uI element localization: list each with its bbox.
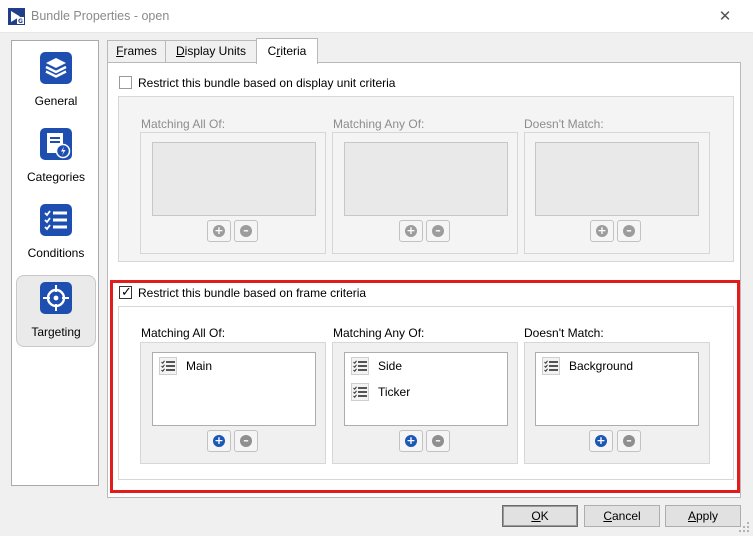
plus-icon: +	[596, 224, 608, 237]
button-label: ancel	[611, 509, 641, 523]
button-label: pply	[696, 509, 719, 523]
minus-icon: –	[623, 224, 635, 237]
list-item-label: Background	[569, 359, 634, 373]
checklist-icon	[351, 383, 369, 401]
button-accel: C	[603, 509, 612, 523]
column-label: Matching All Of:	[141, 326, 226, 340]
display-unit-matching-any-list[interactable]	[344, 142, 508, 216]
remove-button[interactable]: –	[234, 430, 258, 452]
checklist-icon	[542, 357, 560, 375]
frame-criteria-checkbox[interactable]: ✓	[119, 284, 132, 299]
tab-display-units[interactable]: Display Units	[165, 40, 257, 63]
display-unit-criteria-checkbox[interactable]	[119, 76, 132, 89]
sidebar-item-label: Conditions	[27, 246, 85, 260]
app-logo-icon: G	[8, 8, 25, 25]
button-label: K	[540, 509, 549, 523]
display-unit-doesnt-match-list[interactable]	[535, 142, 699, 216]
list-item-label: Side	[378, 359, 403, 373]
column-label: Matching Any Of:	[333, 326, 425, 340]
button-accel: A	[687, 509, 696, 523]
plus-icon: +	[213, 224, 225, 237]
tab-label: rames	[123, 44, 157, 58]
plus-icon: +	[213, 434, 225, 447]
checklist-icon	[351, 357, 369, 375]
checkmark-icon: ✓	[121, 284, 132, 299]
plus-icon: +	[405, 434, 417, 447]
frame-doesnt-match-list[interactable]: Background	[535, 352, 699, 426]
add-button[interactable]: +	[399, 430, 423, 452]
column-label: Matching Any Of:	[333, 117, 425, 131]
list-item-label: Ticker	[378, 385, 411, 399]
close-icon: ✕	[718, 8, 732, 25]
display-unit-matching-all-list[interactable]	[152, 142, 316, 216]
minus-icon: –	[240, 224, 252, 237]
checklist-icon	[159, 357, 177, 375]
category-file-icon	[40, 128, 72, 160]
sidebar-item-label: General	[34, 94, 78, 108]
frame-criteria-label: Restrict this bundle based on frame crit…	[138, 286, 367, 300]
remove-button[interactable]: –	[426, 220, 450, 242]
ok-button[interactable]: OK	[502, 505, 578, 527]
column-label: Doesn't Match:	[524, 326, 604, 340]
plus-icon: +	[595, 434, 607, 447]
column-label: Doesn't Match:	[524, 117, 604, 131]
frame-matching-all-list[interactable]: Main	[152, 352, 316, 426]
sidebar-item-categories[interactable]: Categories	[16, 121, 96, 193]
sidebar-item-label: Categories	[26, 170, 86, 184]
plus-icon: +	[405, 224, 417, 237]
stack-layers-icon	[40, 52, 72, 84]
button-accel: O	[531, 509, 541, 523]
tab-accel: D	[175, 44, 185, 58]
cancel-button[interactable]: Cancel	[584, 505, 660, 527]
minus-icon: –	[623, 434, 635, 447]
sidebar-item-targeting[interactable]: Targeting	[16, 275, 96, 347]
tab-label: iteria	[280, 44, 307, 58]
sidebar: General Categories Conditions Targeting	[11, 40, 99, 486]
title-bar: G Bundle Properties - open ✕	[0, 0, 753, 33]
tab-label: isplay Units	[184, 44, 247, 58]
add-button[interactable]: +	[399, 220, 423, 242]
resize-grip-icon[interactable]	[738, 521, 750, 533]
remove-button[interactable]: –	[426, 430, 450, 452]
tab-frames[interactable]: Frames	[107, 40, 166, 63]
apply-button[interactable]: Apply	[665, 505, 741, 527]
remove-button[interactable]: –	[617, 430, 641, 452]
display-unit-criteria-label: Restrict this bundle based on display un…	[138, 76, 396, 90]
sidebar-item-general[interactable]: General	[16, 45, 96, 117]
column-label: Matching All Of:	[141, 117, 226, 131]
close-button[interactable]: ✕	[714, 6, 736, 28]
minus-icon: –	[432, 224, 444, 237]
frame-matching-any-list[interactable]: Side Ticker	[344, 352, 508, 426]
checklist-icon	[40, 204, 72, 236]
add-button[interactable]: +	[207, 220, 231, 242]
minus-icon: –	[240, 434, 252, 447]
sidebar-item-label: Targeting	[31, 325, 81, 339]
add-button[interactable]: +	[207, 430, 231, 452]
remove-button[interactable]: –	[234, 220, 258, 242]
tab-criteria[interactable]: Criteria	[256, 38, 318, 64]
list-item-label: Main	[186, 359, 213, 373]
window-title: Bundle Properties - open	[31, 9, 170, 23]
tab-accel: F	[116, 44, 124, 58]
minus-icon: –	[432, 434, 444, 447]
add-button[interactable]: +	[589, 430, 613, 452]
add-button[interactable]: +	[590, 220, 614, 242]
svg-text:G: G	[18, 18, 23, 25]
sidebar-item-conditions[interactable]: Conditions	[16, 197, 96, 269]
crosshair-target-icon	[40, 282, 72, 314]
remove-button[interactable]: –	[617, 220, 641, 242]
